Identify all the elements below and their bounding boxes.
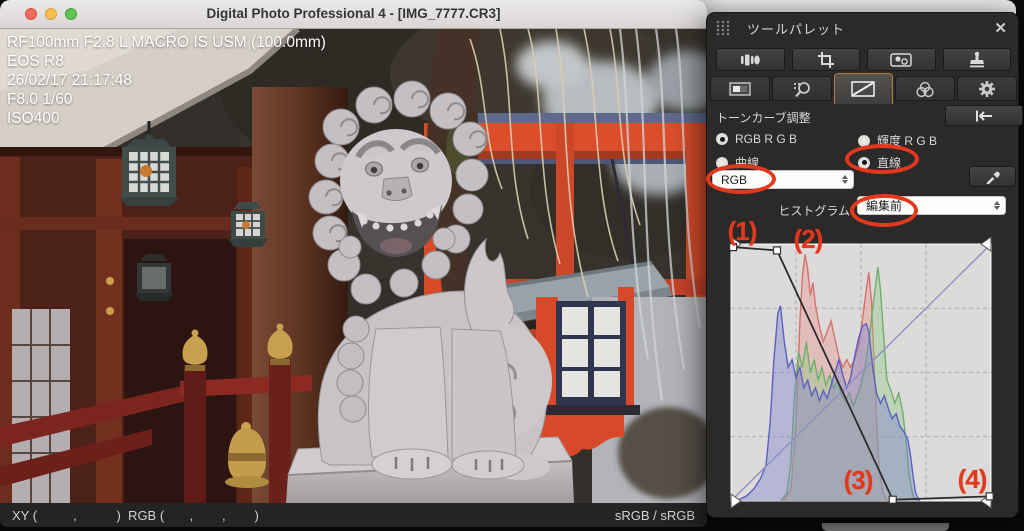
section-title: トーンカーブ調整 xyxy=(716,109,811,126)
palette-titlebar[interactable]: ツールパレット ✕ xyxy=(707,13,1018,43)
screen: Digital Photo Professional 4 - [IMG_7777… xyxy=(0,0,1024,531)
annotation-2: (2) xyxy=(785,224,831,255)
reset-button[interactable] xyxy=(945,105,1023,126)
annotation-1: (1) xyxy=(719,216,765,247)
window-titlebar[interactable]: Digital Photo Professional 4 - [IMG_7777… xyxy=(0,0,707,29)
stepper-icon xyxy=(842,175,848,184)
stamp-button[interactable] xyxy=(943,48,1012,71)
tab-settings[interactable] xyxy=(957,76,1017,101)
eyedropper-icon xyxy=(985,169,1001,184)
curve-handle xyxy=(889,496,896,503)
stamp-icon xyxy=(968,51,986,68)
crop-button[interactable] xyxy=(792,48,861,71)
curve-handle xyxy=(774,247,781,254)
histogram-chart xyxy=(731,244,991,501)
dust-delete-button[interactable] xyxy=(867,48,936,71)
tool-palette-window: ツールパレット ✕ xyxy=(706,12,1019,518)
annotation-4: (4) xyxy=(947,464,997,495)
radio-rgb-mode-circle[interactable] xyxy=(716,133,728,145)
status-bar: XY ( , ) RGB ( , , ) sRGB / sRGB xyxy=(0,503,707,527)
reset-arrow-icon xyxy=(974,109,994,123)
tone-curve-icon xyxy=(851,80,875,98)
gear-icon xyxy=(977,80,997,98)
lens-icon xyxy=(739,52,761,68)
magnifier-grid-icon xyxy=(791,80,813,98)
palette-title: ツールパレット xyxy=(747,19,845,38)
radio-rgb-mode[interactable]: RGB R G B xyxy=(716,132,797,146)
drag-grip-icon[interactable] xyxy=(716,20,731,36)
tab-basic-adjustment[interactable] xyxy=(710,76,770,101)
tab-detail-adjustment[interactable] xyxy=(772,76,832,101)
main-window: Digital Photo Professional 4 - [IMG_7777… xyxy=(0,0,707,527)
radio-rgb-mode-label: RGB R G B xyxy=(735,132,797,146)
annotation-oval-straight-line xyxy=(845,144,919,174)
crop-icon xyxy=(817,51,835,69)
lens-correction-button[interactable] xyxy=(716,48,785,71)
annotation-oval-rgb xyxy=(706,164,776,194)
tab-color-adjustment[interactable] xyxy=(895,76,955,101)
color-wheel-icon xyxy=(914,80,936,98)
background-window-sliver xyxy=(822,523,949,531)
close-icon[interactable]: ✕ xyxy=(994,19,1007,37)
annotation-3: (3) xyxy=(833,465,883,496)
tab-tone-curve[interactable] xyxy=(834,73,894,104)
tone-curve-plot[interactable] xyxy=(731,244,991,501)
stepper-icon xyxy=(994,201,1000,210)
window-title: Digital Photo Professional 4 - [IMG_7777… xyxy=(0,6,707,21)
basic-adjustment-icon xyxy=(729,81,751,97)
exif-overlay: RF100mm F2.8 L MACRO IS USM (100.0mm)EOS… xyxy=(7,33,326,128)
status-xy-rgb: XY ( , ) RGB ( , , ) xyxy=(12,508,259,523)
dust-delete-icon xyxy=(890,52,912,68)
eyedropper-button[interactable] xyxy=(969,166,1016,187)
photo-canvas[interactable]: RF100mm F2.8 L MACRO IS USM (100.0mm)EOS… xyxy=(0,29,707,503)
palette-tabs xyxy=(710,76,1017,101)
status-colorspace: sRGB / sRGB xyxy=(615,508,695,523)
annotation-oval-before-edit xyxy=(850,194,918,227)
palette-toolbar xyxy=(716,48,1011,71)
